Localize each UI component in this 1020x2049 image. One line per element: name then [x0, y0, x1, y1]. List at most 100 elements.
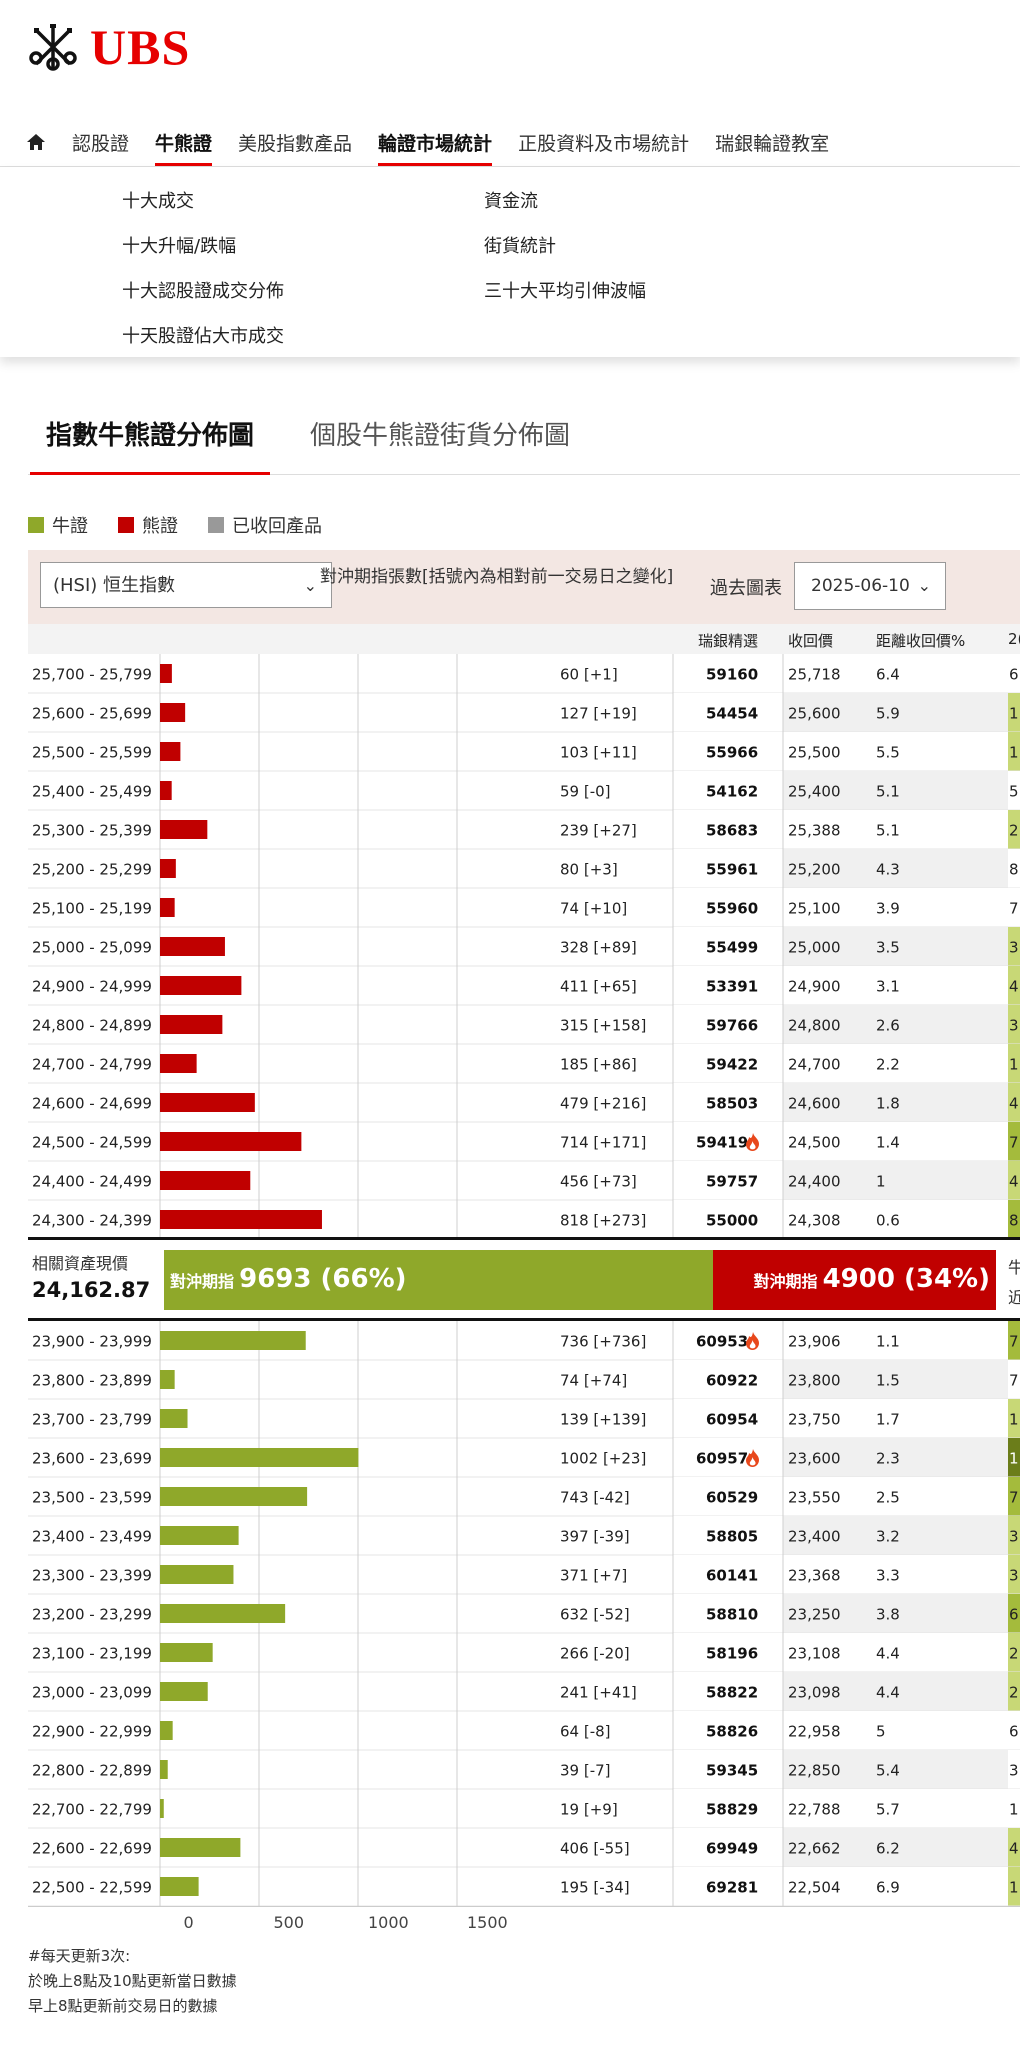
bear-bar[interactable]: [160, 742, 181, 761]
legend-bear-swatch: [118, 517, 134, 533]
bear-bar[interactable]: [160, 898, 175, 917]
bull-bar[interactable]: [160, 1760, 168, 1779]
submenu-ten-day-market-share[interactable]: 十天股證佔大市成交: [122, 314, 284, 359]
bear-bar[interactable]: [160, 1171, 251, 1190]
bull-bar[interactable]: [160, 1526, 239, 1545]
bear-warrant-code[interactable]: 55966: [706, 744, 758, 762]
bear-bar[interactable]: [160, 1132, 302, 1151]
bull-warrant-code[interactable]: 58822: [706, 1684, 758, 1702]
bear-bar[interactable]: [160, 1210, 322, 1229]
bear-count-label: 103 [+11]: [560, 744, 637, 762]
submenu-money-flow[interactable]: 資金流: [484, 179, 646, 224]
bear-warrant-code[interactable]: 59766: [706, 1017, 758, 1035]
bear-distance: 2.2: [876, 1056, 900, 1074]
bull-distance: 5.4: [876, 1762, 900, 1780]
legend-recalled[interactable]: 已收回產品: [208, 512, 322, 538]
bull-call-price: 23,400: [788, 1528, 841, 1546]
date-select[interactable]: 2025-06-10 ⌄: [794, 562, 946, 610]
bull-warrant-code[interactable]: 60529: [706, 1489, 758, 1507]
bear-bar[interactable]: [160, 937, 225, 956]
bull-bar[interactable]: [160, 1409, 188, 1428]
bull-bar[interactable]: [160, 1565, 234, 1584]
bull-bar[interactable]: [160, 1604, 286, 1623]
bull-bar[interactable]: [160, 1838, 241, 1857]
bear-warrant-code[interactable]: 53391: [706, 978, 758, 996]
bull-bar[interactable]: [160, 1682, 208, 1701]
legend-recalled-label: 已收回產品: [232, 516, 322, 537]
nav-us-index-products[interactable]: 美股指數產品: [238, 118, 352, 166]
bull-warrant-code[interactable]: 60953: [696, 1333, 748, 1351]
legend-bull[interactable]: 牛證: [28, 512, 88, 538]
bull-range-label: 22,900 - 22,999: [32, 1723, 152, 1741]
bull-bar[interactable]: [160, 1643, 213, 1662]
submenu-top10-turnover[interactable]: 十大成交: [122, 179, 284, 224]
bull-warrant-code[interactable]: 58196: [706, 1645, 758, 1663]
bull-warrant-code[interactable]: 60922: [706, 1372, 758, 1390]
bull-bar[interactable]: [160, 1331, 306, 1350]
bear-warrant-code[interactable]: 55961: [706, 861, 758, 879]
bear-warrant-code[interactable]: 58683: [706, 822, 758, 840]
submenu-top10-warrant-distribution[interactable]: 十大認股證成交分佈: [122, 269, 284, 314]
bull-warrant-code[interactable]: 58826: [706, 1723, 758, 1741]
bull-warrant-code[interactable]: 58829: [706, 1801, 758, 1819]
tab-stock-cbbc-distribution[interactable]: 個股牛熊證街貨分佈圖: [310, 412, 570, 474]
bull-warrant-code[interactable]: 60957: [696, 1450, 748, 1468]
hedge-note: 對沖期指張數[括號內為相對前一交易日之變化]: [320, 567, 674, 587]
submenu-top10-gainers-losers[interactable]: 十大升幅/跌幅: [122, 224, 284, 269]
bull-bar[interactable]: [160, 1448, 359, 1467]
nav-warrants[interactable]: 認股證: [72, 118, 129, 166]
ubs-logo[interactable]: UBS: [26, 18, 190, 76]
bear-warrant-code[interactable]: 59419: [696, 1134, 748, 1152]
bull-call-price: 23,098: [788, 1684, 841, 1702]
bear-warrant-code[interactable]: 55000: [706, 1212, 758, 1230]
bull-bar[interactable]: [160, 1487, 308, 1506]
bear-bar[interactable]: [160, 976, 242, 995]
bull-bar[interactable]: [160, 1370, 175, 1389]
bull-cut-value: 2: [1009, 1645, 1019, 1663]
bear-warrant-code[interactable]: 59757: [706, 1173, 758, 1191]
bear-bar[interactable]: [160, 1093, 255, 1112]
bear-warrant-code[interactable]: 55960: [706, 900, 758, 918]
bear-call-price: 25,200: [788, 861, 841, 879]
nav-education[interactable]: 瑞銀輪證教室: [715, 118, 829, 166]
bull-warrant-code[interactable]: 60141: [706, 1567, 758, 1585]
bear-bar[interactable]: [160, 859, 176, 878]
bear-warrant-code[interactable]: 59422: [706, 1056, 758, 1074]
bear-cut-value: 5: [1009, 783, 1019, 801]
bull-warrant-code[interactable]: 69281: [706, 1879, 758, 1897]
index-select[interactable]: (HSI) 恒生指數 ⌄: [40, 562, 332, 608]
bull-bar[interactable]: [160, 1721, 173, 1740]
chart-legend: 牛證 熊證 已收回產品: [28, 512, 352, 538]
bear-warrant-code[interactable]: 54454: [706, 705, 758, 723]
nav-market-statistics[interactable]: 輪證市場統計: [378, 118, 493, 166]
bull-warrant-code[interactable]: 58810: [706, 1606, 758, 1624]
submenu-top30-iv[interactable]: 三十大平均引伸波幅: [484, 269, 646, 314]
bull-call-price: 23,600: [788, 1450, 841, 1468]
bull-warrant-code[interactable]: 69949: [706, 1840, 758, 1858]
home-nav-button[interactable]: [26, 118, 50, 166]
bull-warrant-code[interactable]: 58805: [706, 1528, 758, 1546]
bear-bar[interactable]: [160, 781, 172, 800]
bear-warrant-code[interactable]: 59160: [706, 666, 758, 684]
bear-warrant-code[interactable]: 55499: [706, 939, 758, 957]
bear-warrant-code[interactable]: 58503: [706, 1095, 758, 1113]
bull-bar[interactable]: [160, 1799, 164, 1818]
bear-bar[interactable]: [160, 1015, 223, 1034]
bull-bar[interactable]: [160, 1877, 199, 1896]
bear-cut-value: 2: [1009, 822, 1019, 840]
bear-bar[interactable]: [160, 703, 186, 722]
bear-distance: 1.4: [876, 1134, 900, 1152]
bear-bar[interactable]: [160, 664, 172, 683]
submenu-outstanding-stats[interactable]: 街貨統計: [484, 224, 646, 269]
bear-bar[interactable]: [160, 820, 208, 839]
bull-warrant-code[interactable]: 60954: [706, 1411, 758, 1429]
bear-bar[interactable]: [160, 1054, 197, 1073]
nav-cbbc[interactable]: 牛熊證: [155, 118, 213, 166]
bull-cut-value: 7: [1009, 1372, 1019, 1390]
bull-call-price: 22,504: [788, 1879, 841, 1897]
tab-index-cbbc-distribution[interactable]: 指數牛熊證分佈圖: [29, 412, 271, 475]
legend-bear[interactable]: 熊證: [118, 512, 178, 538]
bull-warrant-code[interactable]: 59345: [706, 1762, 758, 1780]
bear-warrant-code[interactable]: 54162: [706, 783, 758, 801]
nav-stock-data[interactable]: 正股資料及市場統計: [518, 118, 689, 166]
